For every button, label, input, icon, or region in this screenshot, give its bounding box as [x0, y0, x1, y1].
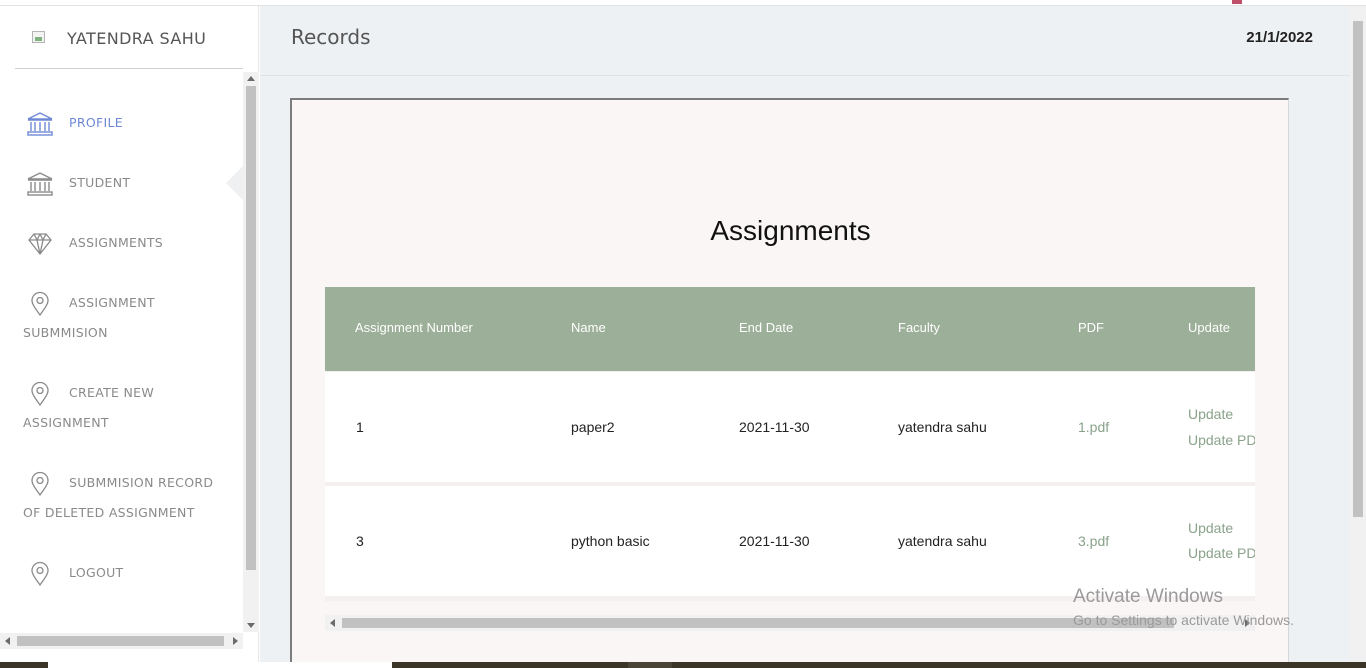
sidebar-item-label: LOGOUT: [69, 565, 124, 580]
bank-icon: [26, 111, 54, 137]
main-content: Records 21/1/2022 Assignments Assignment…: [260, 6, 1350, 668]
sidebar: YATENDRA SAHU PROFILE STUDENT ASSIGNMENT…: [0, 6, 259, 662]
brand-name: YATENDRA SAHU: [67, 29, 207, 48]
update-pdf-link[interactable]: Update PDF: [1188, 432, 1255, 448]
watermark-subtitle: Go to Settings to activate Windows.: [1073, 612, 1294, 628]
scrollbar-thumb[interactable]: [17, 636, 224, 646]
column-header-end-date: End Date: [739, 320, 794, 335]
section-heading: Assignments: [710, 215, 871, 246]
sidebar-item-label: CREATE NEW ASSIGNMENT: [23, 385, 155, 430]
browser-tab-marker: [1232, 0, 1242, 4]
brand: YATENDRA SAHU: [15, 6, 243, 69]
scrollbar-thumb[interactable]: [1353, 21, 1363, 517]
location-pin-icon: [26, 561, 54, 587]
sidebar-item-label: ASSIGNMENT SUBMMISION: [23, 295, 155, 340]
broken-image-icon: [30, 29, 48, 47]
scroll-right-arrow-icon[interactable]: [233, 637, 238, 645]
taskbar-segment: [48, 662, 392, 668]
cell-end-date: 2021-11-30: [739, 533, 810, 549]
cell-faculty: yatendra sahu: [898, 533, 987, 549]
scroll-down-arrow-icon[interactable]: [247, 623, 255, 628]
sidebar-item-label: PROFILE: [69, 115, 123, 130]
sidebar-item-label: ASSIGNMENTS: [69, 235, 164, 250]
location-pin-icon: [26, 471, 54, 497]
sidebar-item-assignment-submmision[interactable]: ASSIGNMENT SUBMMISION: [23, 288, 235, 348]
cell-faculty: yatendra sahu: [898, 419, 987, 435]
activate-windows-watermark: Activate Windows Go to Settings to activ…: [1073, 586, 1294, 628]
cell-end-date: 2021-11-30: [739, 419, 810, 435]
scroll-left-arrow-icon[interactable]: [5, 637, 10, 645]
watermark-title: Activate Windows: [1073, 586, 1223, 607]
active-indicator-arrow: [226, 166, 243, 200]
page-vertical-scrollbar[interactable]: [1350, 6, 1366, 662]
scrollbar-thumb[interactable]: [342, 618, 1174, 628]
update-link[interactable]: Update: [1188, 406, 1233, 422]
scroll-left-arrow-icon[interactable]: [330, 619, 335, 627]
cell-name: paper2: [571, 419, 615, 435]
taskbar-segment: [628, 662, 672, 668]
diamond-icon: [26, 231, 54, 257]
pdf-link[interactable]: 3.pdf: [1078, 533, 1109, 549]
column-header-pdf: PDF: [1078, 320, 1104, 335]
sidebar-item-logout[interactable]: LOGOUT: [23, 558, 235, 588]
current-date: 21/1/2022: [1246, 29, 1313, 46]
sidebar-item-profile[interactable]: PROFILE: [23, 108, 235, 138]
column-header-name: Name: [571, 320, 606, 335]
location-pin-icon: [26, 381, 54, 407]
scrollbar-thumb[interactable]: [246, 86, 256, 570]
page-title: Records: [291, 25, 371, 49]
update-pdf-link[interactable]: Update PDF: [1188, 545, 1255, 561]
sidebar-nav: PROFILE STUDENT ASSIGNMENTS ASSIGNMENT S…: [0, 76, 243, 636]
update-link[interactable]: Update: [1188, 520, 1233, 536]
column-header-assignment-number: Assignment Number: [355, 320, 473, 335]
taskbar-strip: [0, 662, 1366, 668]
location-pin-icon: [26, 291, 54, 317]
cell-name: python basic: [571, 533, 650, 549]
pdf-link[interactable]: 1.pdf: [1078, 419, 1109, 435]
sidebar-item-create-new-assignment[interactable]: CREATE NEW ASSIGNMENT: [23, 378, 235, 438]
cell-assignment-number: 3: [356, 533, 364, 549]
sidebar-item-label: SUBMMISION RECORD OF DELETED ASSIGNMENT: [23, 475, 214, 520]
table-header-row: Assignment Number Name End Date Faculty …: [325, 287, 1255, 371]
table-row: 3 python basic 2021-11-30 yatendra sahu …: [325, 486, 1255, 596]
scroll-up-arrow-icon[interactable]: [247, 76, 255, 81]
sidebar-item-assignments[interactable]: ASSIGNMENTS: [23, 228, 235, 258]
column-header-faculty: Faculty: [898, 320, 940, 335]
column-header-update: Update: [1188, 320, 1230, 335]
sidebar-item-deleted-submmision-record[interactable]: SUBMMISION RECORD OF DELETED ASSIGNMENT: [23, 468, 235, 528]
records-panel: Assignments Assignment Number Name End D…: [290, 98, 1289, 668]
bank-icon: [26, 171, 54, 197]
sidebar-item-label: STUDENT: [69, 175, 131, 190]
page-header: Records 21/1/2022: [260, 6, 1350, 76]
table-row: 1 paper2 2021-11-30 yatendra sahu 1.pdf …: [325, 372, 1255, 482]
cell-assignment-number: 1: [356, 419, 364, 435]
sidebar-item-student[interactable]: STUDENT: [23, 168, 235, 198]
sidebar-vertical-scrollbar[interactable]: [243, 72, 259, 632]
assignments-table: Assignment Number Name End Date Faculty …: [325, 287, 1255, 601]
sidebar-horizontal-scrollbar[interactable]: [0, 633, 243, 649]
